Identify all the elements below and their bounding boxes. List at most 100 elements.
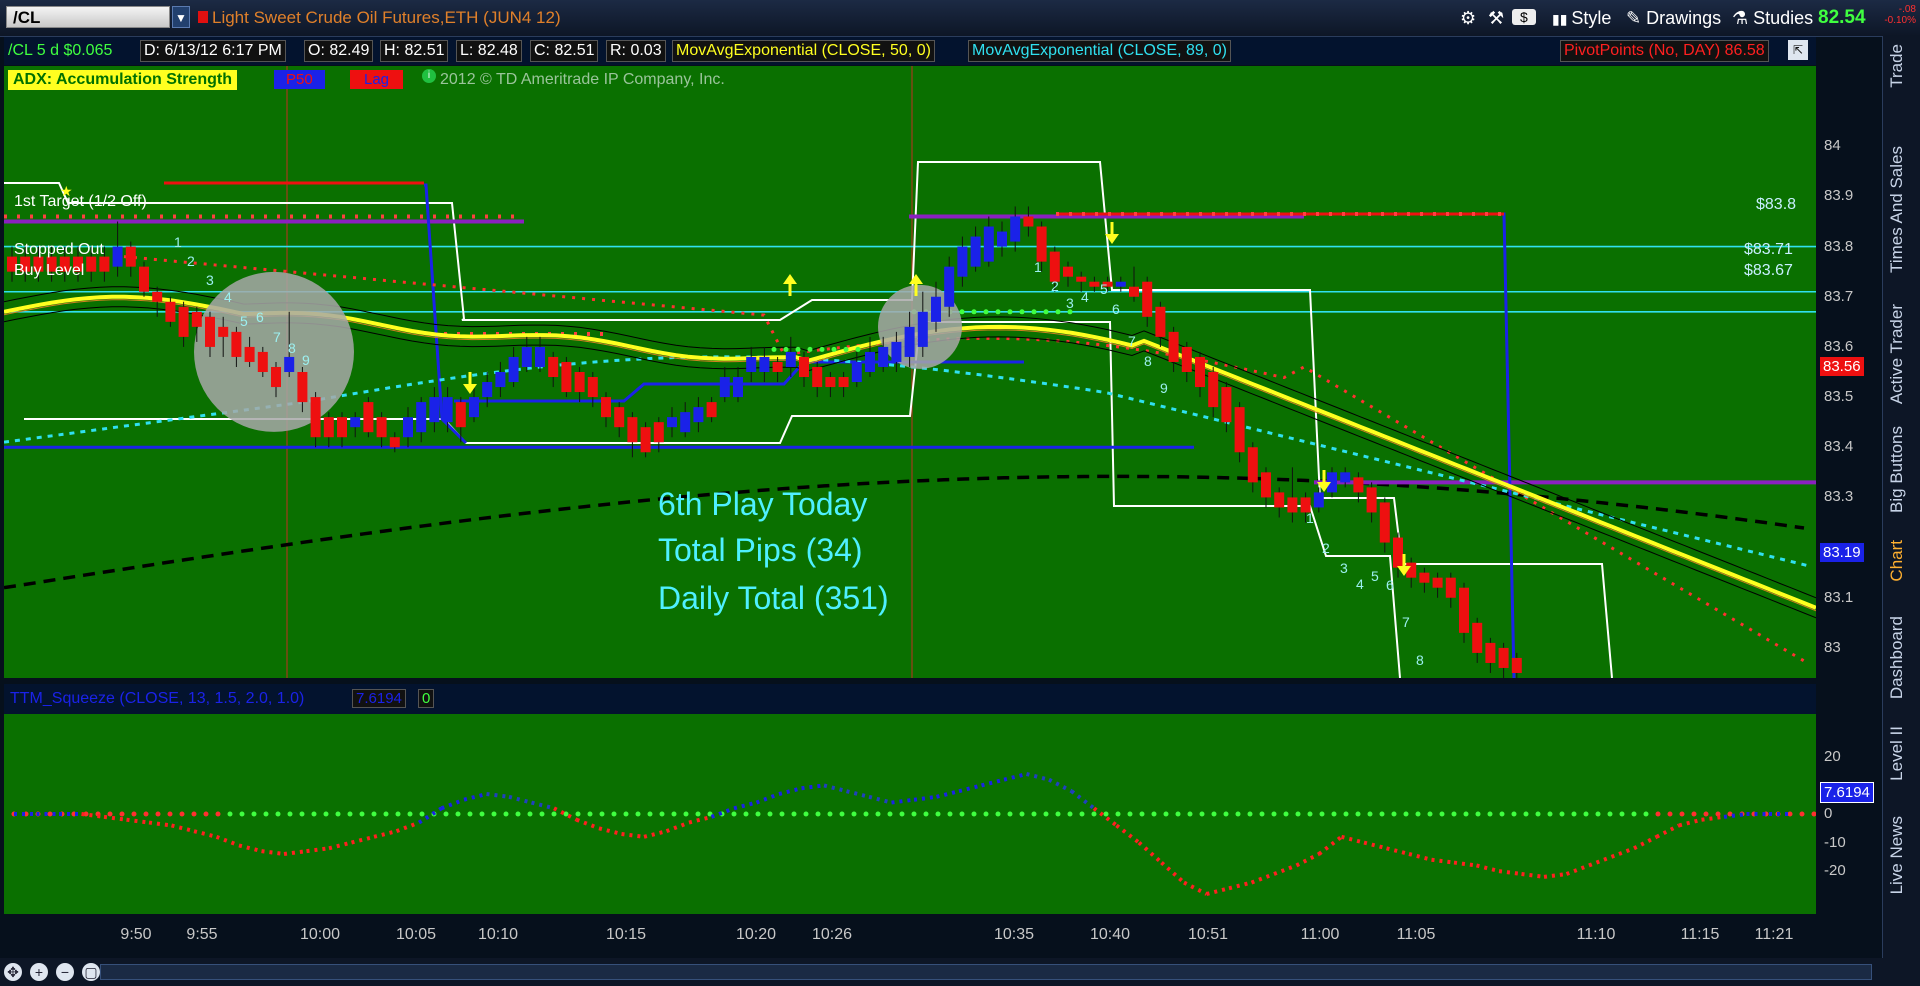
symbol-input[interactable]: /CL (6, 6, 170, 28)
signal-dot (1031, 309, 1037, 315)
first-target-label: 1st Target (1/2 Off) (14, 193, 147, 210)
candle-body (812, 366, 823, 388)
scroll-track[interactable] (100, 964, 1872, 980)
candle-body (218, 326, 229, 337)
time-tick-label: 11:10 (1576, 926, 1616, 943)
wrench-icon[interactable]: ⚒ (1488, 8, 1504, 29)
candle-body (284, 356, 295, 372)
momentum-badge: 7.6194 (1820, 782, 1874, 804)
adx-label[interactable]: ADX: Accumulation Strength (8, 70, 237, 90)
momentum-segment (981, 777, 1005, 788)
squeeze-dot (1343, 811, 1349, 817)
candle-body (125, 246, 136, 267)
ema50-label[interactable]: MovAvgExponential (CLOSE, 50, 0) (672, 40, 935, 62)
price-tick-label: 83.6 (1824, 337, 1854, 355)
chart-scrollbar[interactable] (0, 958, 1920, 986)
squeeze-dot (1667, 811, 1673, 817)
pan-icon[interactable]: ✥ (4, 963, 22, 981)
squeeze-dot (1559, 811, 1565, 817)
zoom-in-icon[interactable]: + (30, 963, 48, 981)
candle-body (521, 346, 532, 367)
candle-body (429, 397, 440, 423)
candle-body (389, 437, 400, 448)
long-ma-line (4, 474, 1805, 590)
squeeze-dot (803, 811, 809, 817)
candle-body (1485, 642, 1496, 663)
side-tab-live-news[interactable]: Live News (1887, 816, 1907, 894)
price-panel[interactable]: 1 2 3 4 5 6 7 8 9 1 2 3 4 5 6 7 8 9 1 2 3 4 5 6 7 8 ★ ADX: Accumul… (4, 66, 1816, 678)
candle-body (1129, 286, 1139, 297)
price-badge: 83.56 (1820, 356, 1864, 376)
squeeze-dot (839, 811, 845, 817)
p50-label[interactable]: P50 (274, 70, 325, 89)
squeeze-dot (611, 811, 617, 817)
candle-body (891, 341, 902, 362)
side-tab-active-trader[interactable]: Active Trader (1887, 304, 1907, 404)
momentum-segment (1250, 872, 1275, 885)
lag-label[interactable]: Lag (350, 70, 404, 89)
side-tab-trade[interactable]: Trade (1887, 44, 1907, 88)
momentum-segment (1476, 863, 1500, 874)
fit-icon[interactable]: ▢ (82, 963, 100, 981)
momentum-segment (1386, 846, 1410, 856)
time-axis[interactable]: 9:50 9:55 10:00 10:05 10:10 10:15 10:20 10:26 10… (4, 914, 1816, 960)
squeeze-panel[interactable] (4, 714, 1816, 914)
candle-body (139, 266, 149, 292)
momentum-segment (1431, 857, 1455, 865)
squeeze-dot (167, 811, 173, 817)
candle-body (627, 417, 638, 443)
candle-body (1195, 356, 1205, 388)
squeeze-dot (1487, 811, 1493, 817)
price-badge: 83.19 (1820, 542, 1864, 562)
info-icon[interactable]: i (422, 69, 436, 83)
candle-body (1445, 577, 1456, 598)
side-tab-big-buttons[interactable]: Big Buttons (1887, 426, 1907, 513)
squeeze-dot (1631, 811, 1637, 817)
momentum-segment (1610, 846, 1635, 859)
side-tab-times-and-sales[interactable]: Times And Sales (1887, 146, 1907, 273)
style-button[interactable]: ▮▮ Style (1552, 8, 1611, 29)
link-color-icon[interactable] (198, 11, 208, 23)
squeeze-dot (455, 811, 461, 817)
squeeze-dot (587, 811, 593, 817)
momentum-segment (1003, 772, 1027, 782)
squeeze-dot (1115, 811, 1121, 817)
signal-dot (783, 346, 789, 352)
side-tab-chart[interactable]: Chart (1887, 540, 1907, 582)
squeeze-dot (1535, 811, 1541, 817)
price-axis[interactable]: 84 83.9 83.8 83.7 83.6 83.5 83.4 83.3 83.1 83 83.5… (1816, 66, 1882, 914)
momentum-segment (1092, 806, 1118, 828)
symbol-dropdown-button[interactable]: ▼ (172, 6, 190, 28)
drawings-button[interactable]: ✎ Drawings (1626, 8, 1721, 29)
cursor-icon[interactable]: ⇱ (1788, 40, 1808, 60)
squeeze-dot (815, 811, 821, 817)
bars-icon: ▮▮ (1552, 11, 1572, 27)
candle-body (970, 236, 981, 267)
studies-button[interactable]: ⚗ Studies (1732, 8, 1813, 29)
price-tick-label: 83.8 (1824, 237, 1854, 255)
side-tab-level-ii[interactable]: Level II (1887, 726, 1907, 781)
momentum-segment (1498, 869, 1522, 876)
count-number: 3 (1066, 295, 1074, 311)
squeeze-dot (143, 811, 149, 817)
squeeze-dot (1019, 811, 1025, 817)
squeeze-dot (947, 811, 953, 817)
candle-body (1432, 577, 1443, 588)
price-tick-label: 83.1 (1824, 588, 1854, 606)
candle-body (1010, 216, 1021, 242)
settings-icon[interactable]: ⚙ (1460, 8, 1476, 29)
pivot-label[interactable]: PivotPoints (No, DAY) 86.58 (1560, 40, 1769, 62)
dollar-button[interactable]: $ (1512, 9, 1536, 25)
time-tick-label: 9:50 (120, 926, 152, 943)
time-tick-label: 10:05 (395, 926, 437, 943)
ema89-label[interactable]: MovAvgExponential (CLOSE, 89, 0) (968, 40, 1231, 62)
ttm-squeeze-label[interactable]: TTM_Squeeze (CLOSE, 13, 1.5, 2.0, 1.0) (10, 690, 304, 708)
candle-body (455, 402, 466, 428)
squeeze-dot (887, 811, 893, 817)
momentum-segment (801, 783, 825, 791)
signal-dot (1007, 309, 1013, 315)
zoom-out-icon[interactable]: − (56, 963, 74, 981)
candle-body (1472, 622, 1483, 653)
side-tab-dashboard[interactable]: Dashboard (1887, 616, 1907, 699)
squeeze-dot (1031, 811, 1037, 817)
